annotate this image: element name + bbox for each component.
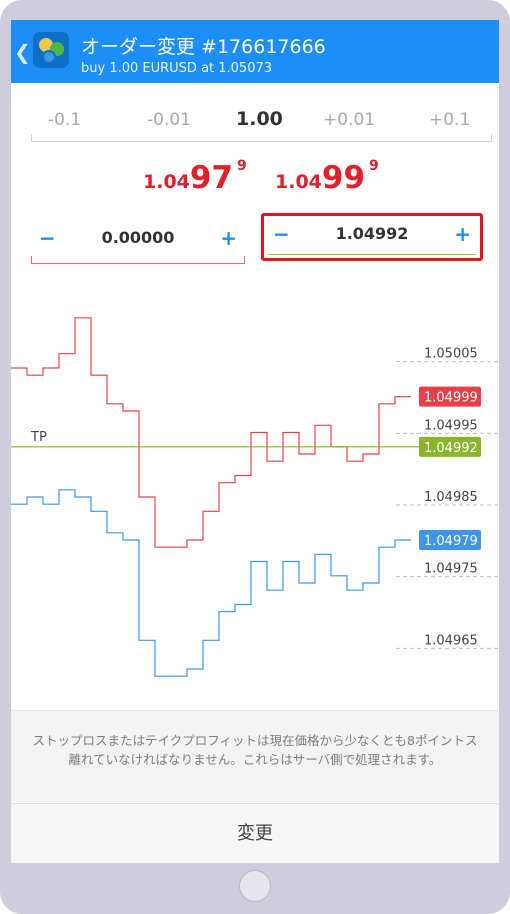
take-profit-input[interactable]: 1.04992 — [264, 224, 480, 243]
stop-loss-input[interactable]: 0.00000 — [31, 228, 245, 247]
ask-price-prefix: 1.04 — [275, 171, 322, 193]
volume-plus-0.01-button[interactable]: +0.01 — [323, 110, 375, 130]
y-tick-label: 1.04995 — [424, 418, 478, 433]
series-line — [11, 489, 411, 677]
notice-message: ストップロスまたはテイクプロフィットは現在価格から少なくとも8ポイントス離れてい… — [11, 710, 499, 802]
header-bar: ❮ オーダー変更 #176617666 buy 1.00 EURUSD at 1… — [11, 20, 499, 83]
ask-price: 1.0499 9 — [275, 158, 379, 196]
ask-price-big: 99 — [321, 160, 366, 196]
bid-price-prefix: 1.04 — [143, 171, 190, 193]
volume-selector: -0.1 -0.01 1.00 +0.01 +0.1 — [31, 108, 492, 142]
volume-plus-0.1-button[interactable]: +0.1 — [429, 110, 470, 130]
stop-loss-stepper: − 0.00000 + — [31, 220, 245, 264]
price-chart: 1.05005 1.04995 1.04985 1.04975 1.04965 TP 1… — [11, 282, 499, 712]
price-chart-svg: 1.05005 1.04995 1.04985 1.04975 1.04965 TP 1… — [11, 317, 499, 677]
home-button[interactable] — [239, 870, 271, 902]
y-tick-label: 1.04975 — [424, 562, 478, 577]
series-line — [11, 317, 411, 548]
stop-loss-plus-button[interactable]: + — [220, 226, 237, 250]
screen: ❮ オーダー変更 #176617666 buy 1.00 EURUSD at 1… — [11, 20, 499, 863]
app-logo-icon[interactable] — [33, 32, 69, 68]
take-profit-plus-button[interactable]: + — [454, 222, 471, 246]
volume-value: 1.00 — [236, 108, 283, 130]
bid-price-sup: 9 — [237, 158, 247, 174]
order-subtitle: buy 1.00 EURUSD at 1.05073 — [81, 61, 273, 76]
bid-price-tag: 1.04979 — [424, 534, 478, 549]
volume-minus-0.1-button[interactable]: -0.1 — [48, 110, 81, 130]
back-chevron-icon[interactable]: ❮ — [14, 40, 31, 64]
volume-minus-0.01-button[interactable]: -0.01 — [147, 110, 191, 130]
device-frame: ❮ オーダー変更 #176617666 buy 1.00 EURUSD at 1… — [0, 0, 510, 914]
bid-price-big: 97 — [189, 160, 234, 196]
take-profit-underline — [268, 254, 476, 255]
y-tick-label: 1.05005 — [424, 347, 478, 362]
y-tick-label: 1.04985 — [424, 490, 478, 505]
tp-price-tag: 1.04992 — [424, 441, 478, 456]
page-title: オーダー変更 #176617666 — [81, 36, 326, 58]
y-tick-label: 1.04965 — [424, 633, 478, 648]
ask-price-tag: 1.04999 — [424, 391, 478, 406]
stop-loss-underline — [31, 256, 245, 264]
bid-price: 1.0497 9 — [143, 158, 247, 196]
ask-price-sup: 9 — [369, 158, 379, 174]
take-profit-stepper: − 1.04992 + — [261, 213, 483, 261]
tp-label: TP — [30, 430, 47, 445]
action-bar: 変更 — [11, 803, 499, 863]
modify-button[interactable]: 変更 — [11, 804, 499, 863]
